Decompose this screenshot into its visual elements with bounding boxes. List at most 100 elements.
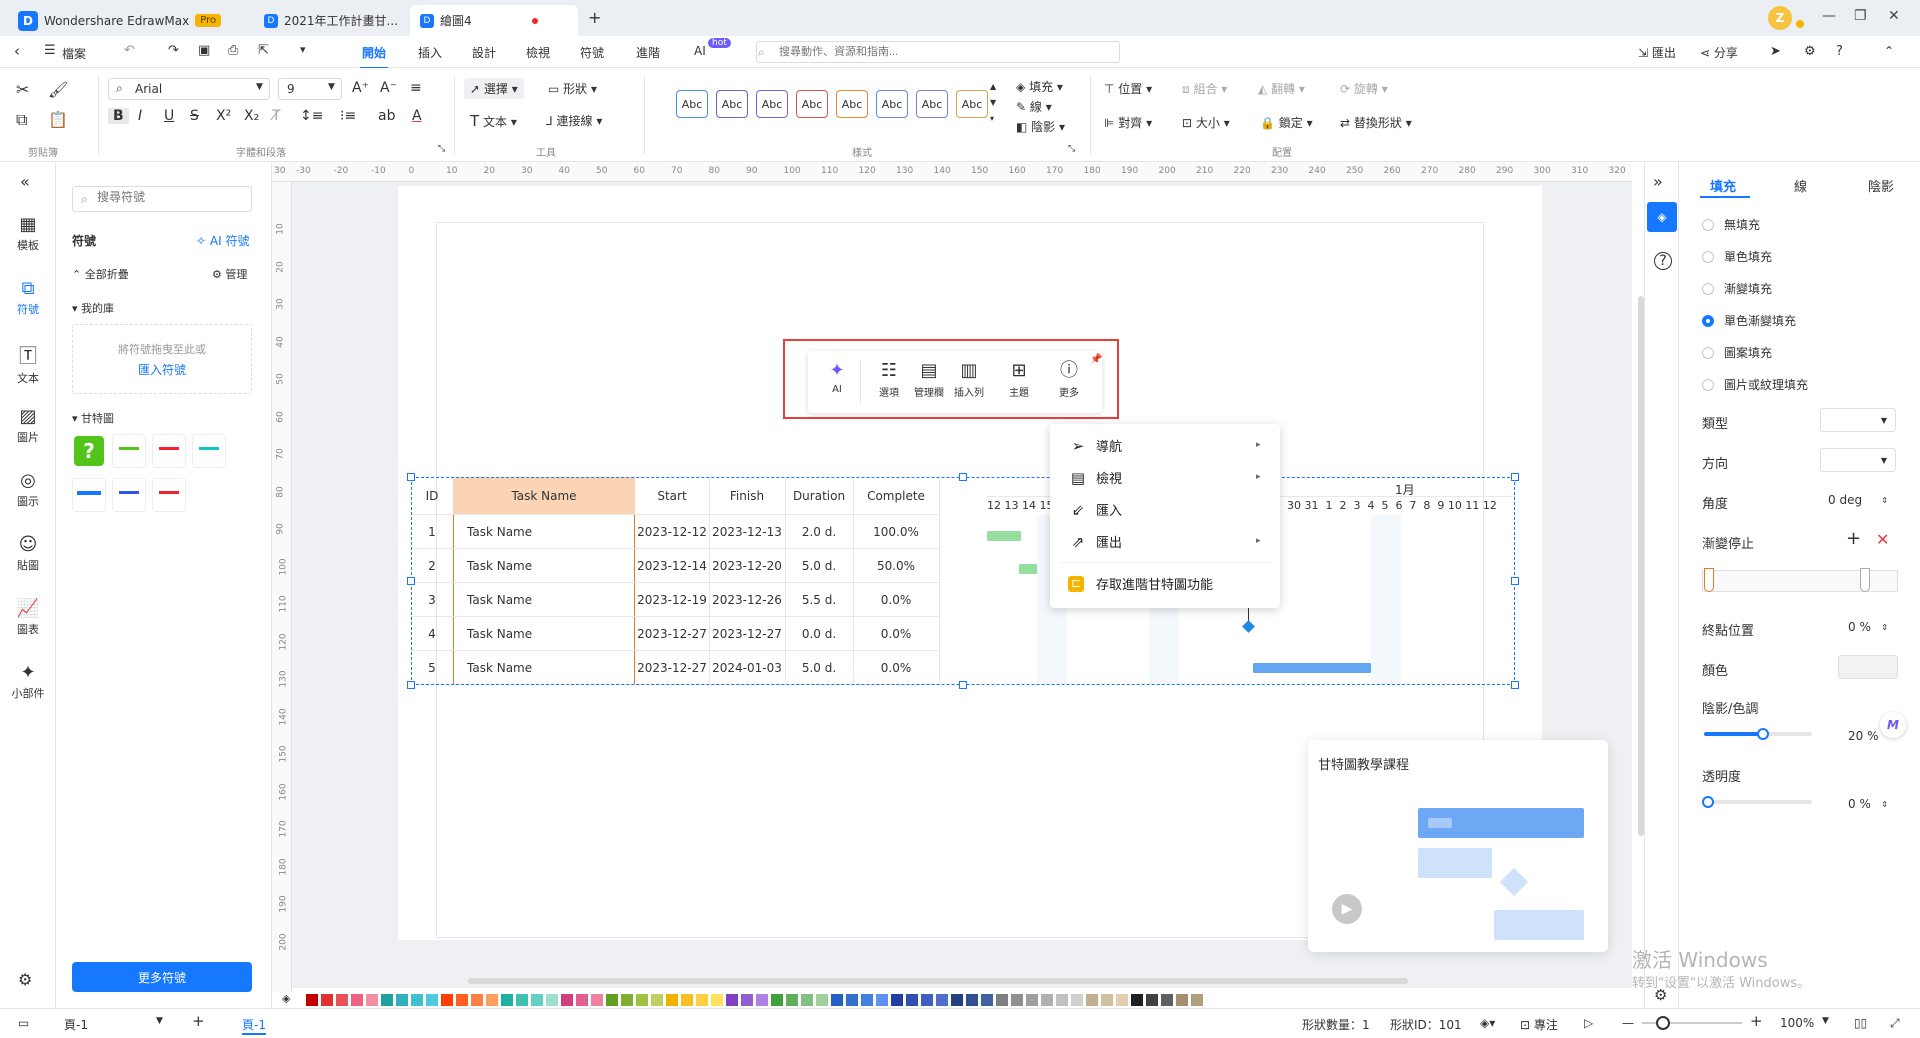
palette-swatch[interactable]: [801, 994, 813, 1006]
copy-icon[interactable]: ⧉: [16, 110, 27, 130]
fill-panel-icon[interactable]: ◈: [1647, 202, 1677, 232]
position-button[interactable]: ⊤ 位置 ▾: [1104, 80, 1152, 97]
fill-option-3[interactable]: 漸變填充: [1702, 280, 1772, 297]
settings-icon[interactable]: ⚙: [18, 970, 32, 989]
format-painter-icon[interactable]: 🖌: [48, 80, 68, 99]
style-swatch-6[interactable]: Abc: [876, 90, 908, 118]
paste-icon[interactable]: 📋: [48, 110, 68, 129]
palette-swatch[interactable]: [906, 994, 918, 1006]
palette-swatch[interactable]: [351, 994, 363, 1006]
palette-swatch[interactable]: [846, 994, 858, 1006]
gantt-symbol-red-bar[interactable]: [152, 434, 186, 468]
play-icon[interactable]: ▶: [1332, 894, 1362, 924]
style-swatch-5[interactable]: Abc: [836, 90, 868, 118]
subscript-icon[interactable]: X₂: [244, 108, 259, 124]
resize-handle[interactable]: [407, 681, 415, 689]
menu-view[interactable]: 檢視: [526, 44, 550, 61]
rotate-button[interactable]: ⟳ 旋轉 ▾: [1340, 80, 1388, 97]
remove-stop-icon[interactable]: ✕: [1876, 530, 1889, 549]
gantt-symbol-red-bar-2[interactable]: [152, 478, 186, 512]
palette-swatch[interactable]: [1071, 994, 1083, 1006]
angle-input[interactable]: 0 deg ⇕: [1820, 488, 1896, 512]
resize-handle[interactable]: [959, 681, 967, 689]
palette-swatch[interactable]: [1086, 994, 1098, 1006]
text-tool-button[interactable]: T 文本 ▾: [470, 112, 517, 130]
strikethrough-icon[interactable]: S: [190, 108, 199, 124]
group-button[interactable]: ⧈ 組合 ▾: [1182, 80, 1227, 97]
fill-picker-icon[interactable]: ◈: [282, 992, 290, 1005]
type-select[interactable]: ▼: [1820, 408, 1896, 432]
transparency-slider-knob[interactable]: [1702, 796, 1714, 808]
transparency-input[interactable]: 0 % ⇕: [1840, 792, 1896, 816]
palette-swatch[interactable]: [1146, 994, 1158, 1006]
add-page-icon[interactable]: +: [192, 1012, 205, 1030]
minimize-icon[interactable]: —: [1822, 8, 1836, 24]
palette-swatch[interactable]: [921, 994, 933, 1006]
palette-swatch[interactable]: [711, 994, 723, 1006]
palette-swatch[interactable]: [636, 994, 648, 1006]
select-tool-button[interactable]: ➚ 選擇 ▾: [464, 78, 524, 99]
floatbar-insert-column-button[interactable]: ▥ 插入列: [946, 358, 992, 399]
menu-item-navigate[interactable]: ➢ 導航: [1068, 436, 1122, 456]
file-menu[interactable]: 檔案: [62, 45, 86, 62]
palette-swatch[interactable]: [1101, 994, 1113, 1006]
italic-icon[interactable]: I: [138, 108, 142, 124]
palette-swatch[interactable]: [891, 994, 903, 1006]
tab-document-2[interactable]: D 繪圖4: [410, 5, 578, 36]
gantt-section-header[interactable]: ▾ 甘特圖: [72, 410, 114, 426]
palette-swatch[interactable]: [1131, 994, 1143, 1006]
menu-symbols[interactable]: 符號: [580, 44, 604, 61]
layers-icon[interactable]: ◈▾: [1480, 1016, 1495, 1030]
palette-swatch[interactable]: [621, 994, 633, 1006]
end-position-input[interactable]: 0 % ⇕: [1840, 615, 1896, 639]
palette-swatch[interactable]: [561, 994, 573, 1006]
page-selector[interactable]: 頁-1: [64, 1016, 88, 1033]
palette-swatch[interactable]: [396, 994, 408, 1006]
fill-option-6[interactable]: 圖片或紋理填充: [1702, 376, 1808, 393]
tab-fill[interactable]: 填充: [1710, 176, 1736, 195]
palette-swatch[interactable]: [726, 994, 738, 1006]
palette-swatch[interactable]: [741, 994, 753, 1006]
gallery-down-icon[interactable]: ▼: [990, 98, 996, 107]
font-color-icon[interactable]: A: [412, 108, 422, 124]
palette-swatch[interactable]: [951, 994, 963, 1006]
palette-swatch[interactable]: [1041, 994, 1053, 1006]
assistant-floating-icon[interactable]: M: [1880, 712, 1906, 738]
size-button[interactable]: ⊡ 大小 ▾: [1182, 114, 1230, 131]
gallery-expand-icon[interactable]: ▾: [990, 114, 994, 123]
drop-zone[interactable]: 將符號拖曳至此或 匯入符號: [72, 324, 252, 394]
avatar[interactable]: Z: [1768, 6, 1792, 30]
restore-icon[interactable]: ❐: [1854, 8, 1867, 24]
cut-icon[interactable]: ✂: [16, 80, 29, 99]
connector-tool-button[interactable]: ⅃ 連接線 ▾: [546, 112, 602, 129]
gantt-symbol-green-bar[interactable]: [112, 434, 146, 468]
palette-swatch[interactable]: [831, 994, 843, 1006]
gantt-symbol-question[interactable]: ?: [72, 434, 106, 468]
lock-button[interactable]: 🔒 鎖定 ▾: [1260, 114, 1313, 131]
menu-insert[interactable]: 插入: [418, 44, 442, 61]
decrease-font-icon[interactable]: A⁻: [380, 80, 397, 96]
style-swatch-7[interactable]: Abc: [916, 90, 948, 118]
palette-swatch[interactable]: [576, 994, 588, 1006]
canvas-horizontal-scrollbar[interactable]: [468, 978, 1408, 984]
redo-icon[interactable]: ↷: [168, 43, 179, 58]
collapse-ribbon-icon[interactable]: ⌃: [1884, 44, 1894, 58]
close-icon[interactable]: ✕: [1888, 8, 1900, 24]
dialog-launcher-icon[interactable]: ⤡: [438, 144, 445, 154]
palette-swatch[interactable]: [546, 994, 558, 1006]
style-swatch-2[interactable]: Abc: [716, 90, 748, 118]
palette-swatch[interactable]: [771, 994, 783, 1006]
palette-swatch[interactable]: [936, 994, 948, 1006]
shadow-button[interactable]: ◧ 陰影 ▾: [1016, 118, 1065, 135]
palette-swatch[interactable]: [321, 994, 333, 1006]
zoom-in-icon[interactable]: +: [1750, 1012, 1763, 1030]
style-swatch-8[interactable]: Abc: [956, 90, 988, 118]
palette-swatch[interactable]: [681, 994, 693, 1006]
bullet-list-icon[interactable]: ⁝≡: [340, 108, 356, 124]
resize-handle[interactable]: [1511, 473, 1519, 481]
palette-swatch[interactable]: [756, 994, 768, 1006]
nav-symbols[interactable]: ⧉ 符號: [0, 278, 56, 317]
hamburger-icon[interactable]: ☰: [44, 43, 56, 58]
palette-swatch[interactable]: [1176, 994, 1188, 1006]
palette-swatch[interactable]: [366, 994, 378, 1006]
